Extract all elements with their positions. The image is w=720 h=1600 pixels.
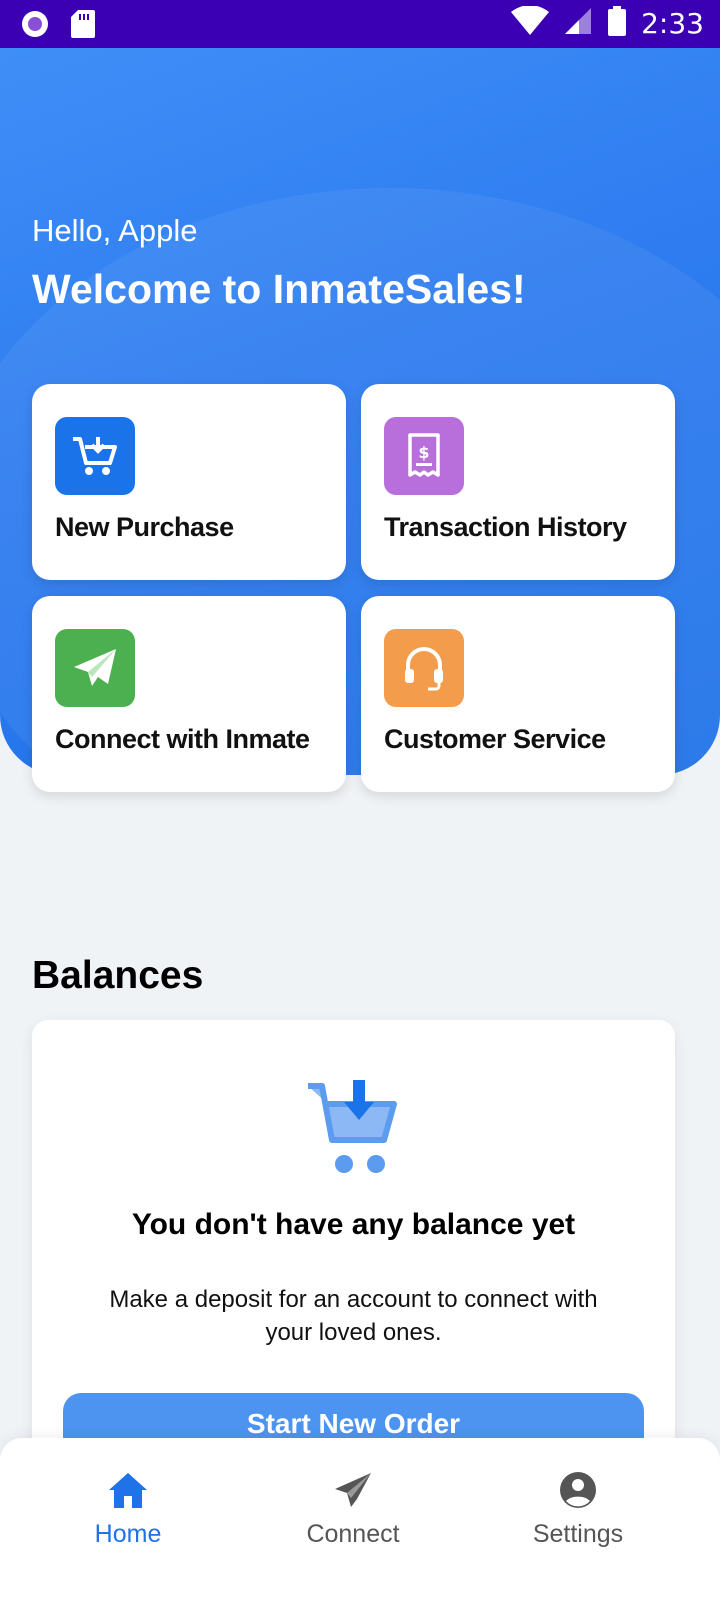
tile-label: Connect with Inmate	[55, 724, 310, 754]
account-circle-icon	[498, 1466, 658, 1514]
empty-balance-description: Make a deposit for an account to connect…	[109, 1286, 598, 1346]
welcome-title: Welcome to InmateSales!	[32, 266, 526, 312]
signal-icon	[563, 6, 593, 41]
status-time: 2:33	[641, 7, 704, 40]
balances-heading: Balances	[32, 954, 204, 997]
sd-card-icon	[70, 9, 96, 44]
greeting-text: Hello, Apple	[32, 213, 198, 248]
tile-connect-with-inmate[interactable]: Connect with Inmate	[32, 596, 346, 792]
home-icon	[48, 1466, 208, 1514]
tile-customer-service[interactable]: Customer Service	[361, 596, 675, 792]
nav-item-connect[interactable]: Connect	[273, 1466, 433, 1549]
receipt-icon: $	[384, 417, 464, 495]
svg-text:$: $	[418, 443, 429, 462]
empty-balance-title: You don't have any balance yet	[131, 1208, 576, 1241]
status-bar: 2:33	[0, 0, 720, 48]
tile-transaction-history[interactable]: $ Transaction History	[361, 384, 675, 580]
tile-label: Transaction History	[384, 512, 627, 542]
nav-label: Settings	[532, 1520, 624, 1548]
nav-label: Home	[94, 1520, 162, 1548]
battery-icon	[607, 6, 627, 41]
nav-label: Connect	[306, 1520, 400, 1548]
tile-label: New Purchase	[55, 512, 234, 542]
record-icon	[20, 9, 50, 44]
tile-new-purchase[interactable]: New Purchase	[32, 384, 346, 580]
tile-label: Customer Service	[384, 724, 606, 754]
wifi-icon	[511, 5, 550, 41]
home-screen: 2:33 Hello, Apple Welcome to InmateSales…	[0, 0, 720, 1600]
paper-plane-icon	[55, 629, 135, 707]
headset-icon	[384, 629, 464, 707]
nav-item-home[interactable]: Home	[48, 1466, 208, 1549]
nav-item-settings[interactable]: Settings	[498, 1466, 658, 1549]
cart-download-icon	[304, 1078, 404, 1183]
bottom-navigation: Home Connect Settings	[0, 1438, 720, 1600]
send-icon	[273, 1466, 433, 1514]
cart-download-icon	[55, 417, 135, 495]
